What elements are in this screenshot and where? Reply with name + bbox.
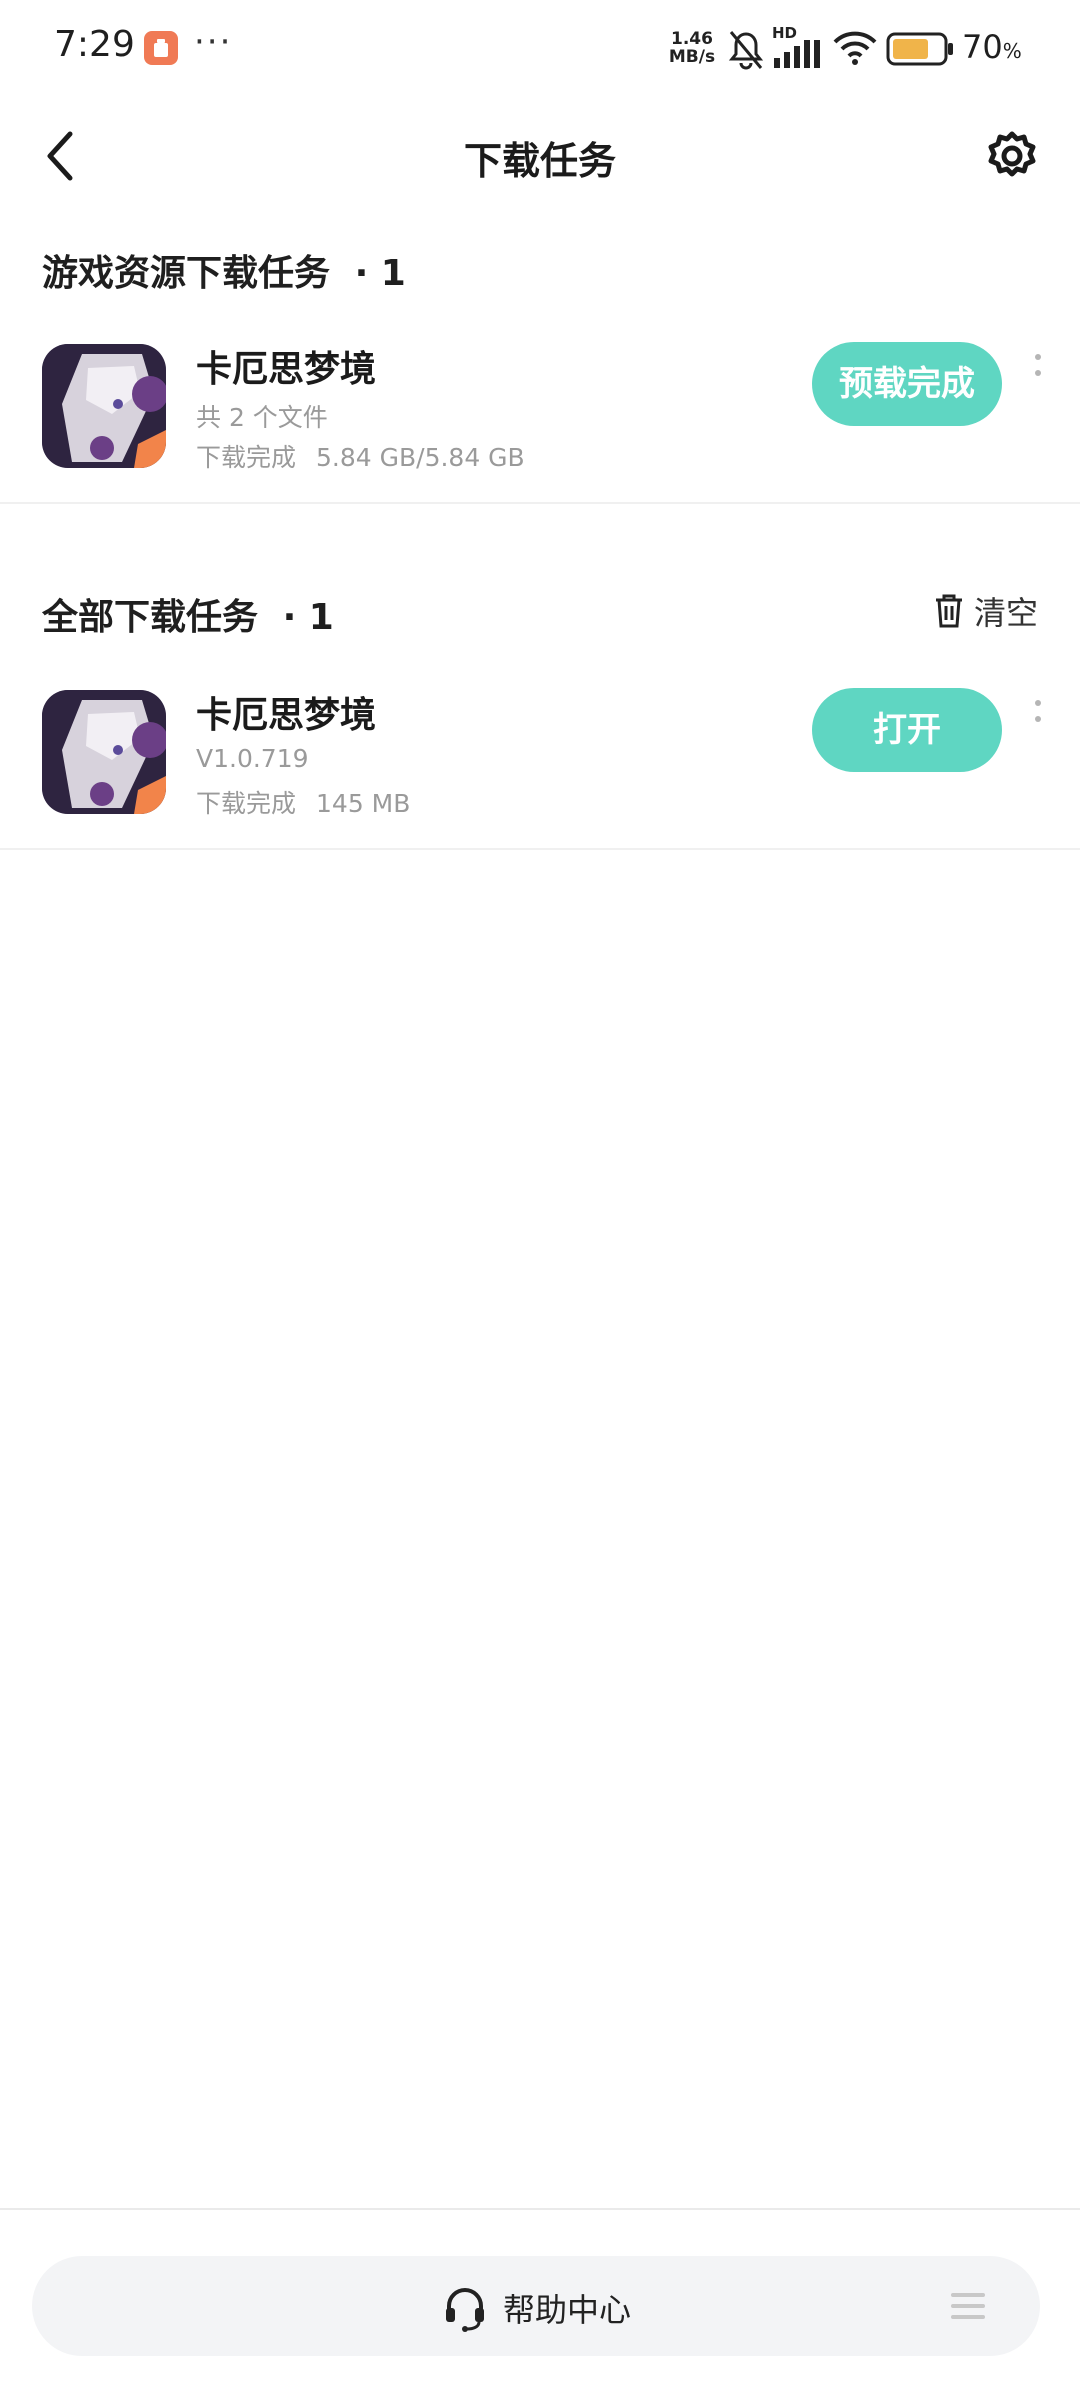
list-item[interactable]: 卡厄思梦境 V1.0.719 下载完成 145 MB 打开 [0,678,1080,848]
net-speed-value: 1.46 [671,29,713,49]
wifi-icon [833,31,877,65]
help-center-label: 帮助中心 [502,2291,631,2329]
download-size: 5.84 GB/5.84 GB [316,443,525,472]
app-icon [42,344,166,468]
status-time: 7:29 [54,24,135,65]
section-header-all-downloads: 全部下载任务 · 1 [42,588,334,640]
headset-icon [445,2288,484,2332]
more-notifications-icon: ··· [194,22,233,62]
download-status-text: 下载完成 [196,789,297,818]
open-button[interactable]: 打开 [812,688,1002,772]
section-title: 游戏资源下载任务 [42,253,331,294]
help-center-bar[interactable]: 帮助中心 [32,2256,1040,2356]
battery-icon [886,32,953,66]
list-item[interactable]: 卡厄思梦境 共 2 个文件 下载完成 5.84 GB/5.84 GB 预载完成 [0,332,1080,502]
trash-icon [936,594,962,628]
menu-icon[interactable] [950,2290,986,2322]
battery-percent-sign: % [1002,39,1022,63]
divider [0,502,1080,504]
clear-all-button[interactable]: 清空 [934,590,1038,632]
clear-all-label: 清空 [974,594,1039,632]
app-subtitle: 共 2 个文件 [196,403,328,432]
signal-icon: HD [772,24,822,70]
download-size: 145 MB [316,789,411,818]
section-header-game-resources: 游戏资源下载任务 · 1 [42,244,406,296]
battery-percent-value: 70 [962,28,1003,66]
net-speed-unit: MB/s [668,47,716,67]
bottom-divider [0,2208,1080,2210]
gear-icon[interactable] [984,128,1040,184]
help-center-button[interactable]: 帮助中心 [32,2284,1040,2332]
nav-bar: 下载任务 [0,110,1080,200]
bell-muted-icon [728,31,764,70]
section-count: · 1 [282,597,334,638]
preload-complete-button[interactable]: 预载完成 [812,342,1002,426]
download-status-text: 下载完成 [196,443,297,472]
section-count: · 1 [354,253,406,294]
download-status: 下载完成 145 MB [196,784,410,820]
more-vertical-icon[interactable] [1032,700,1044,732]
page-title: 下载任务 [463,139,616,183]
net-speed: 1.46 MB/s [668,30,716,66]
status-bar: 7:29 ··· 1.46 MB/s HD 70% [0,0,1080,100]
app-icon [42,690,166,814]
section-title: 全部下载任务 [42,597,259,638]
battery-percent: 70% [962,28,1022,66]
app-name: 卡厄思梦境 [196,695,377,736]
app-name: 卡厄思梦境 [196,349,377,390]
more-vertical-icon[interactable] [1032,354,1044,386]
download-status: 下载完成 5.84 GB/5.84 GB [196,438,525,474]
notification-app-icon [144,31,178,65]
divider [0,848,1080,850]
app-version: V1.0.719 [196,744,309,773]
